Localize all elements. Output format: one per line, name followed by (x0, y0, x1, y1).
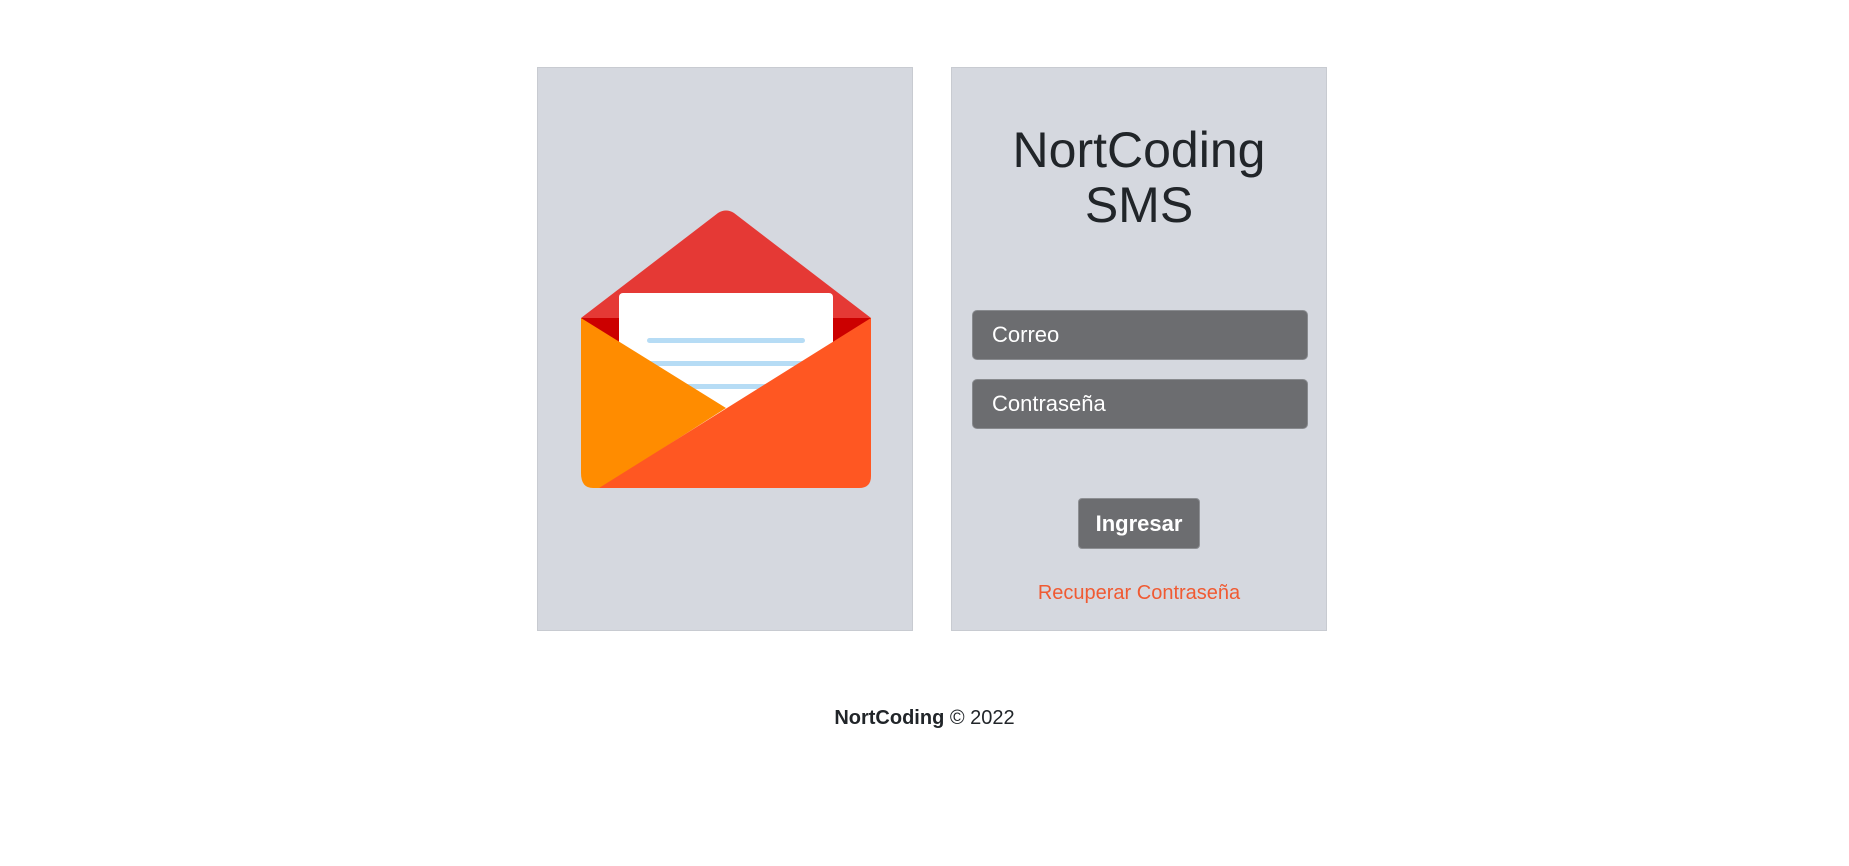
footer-copyright: © 2022 (949, 707, 1015, 729)
footer: NortCoding © 2022 (0, 707, 1849, 730)
recover-password-link[interactable]: Recuperar Contraseña (952, 582, 1326, 605)
login-panel: NortCoding SMS Ingresar Recuperar Contra… (951, 67, 1327, 631)
footer-brand: NortCoding (834, 707, 945, 729)
login-button[interactable]: Ingresar (1078, 498, 1200, 549)
app-title-line1: NortCoding (1012, 122, 1266, 178)
app-title-line2: SMS (1084, 177, 1194, 233)
app-title: NortCoding SMS (952, 123, 1326, 233)
password-field[interactable] (972, 379, 1308, 429)
open-envelope-icon (581, 210, 871, 488)
illustration-panel (537, 67, 913, 631)
email-field[interactable] (972, 310, 1308, 360)
